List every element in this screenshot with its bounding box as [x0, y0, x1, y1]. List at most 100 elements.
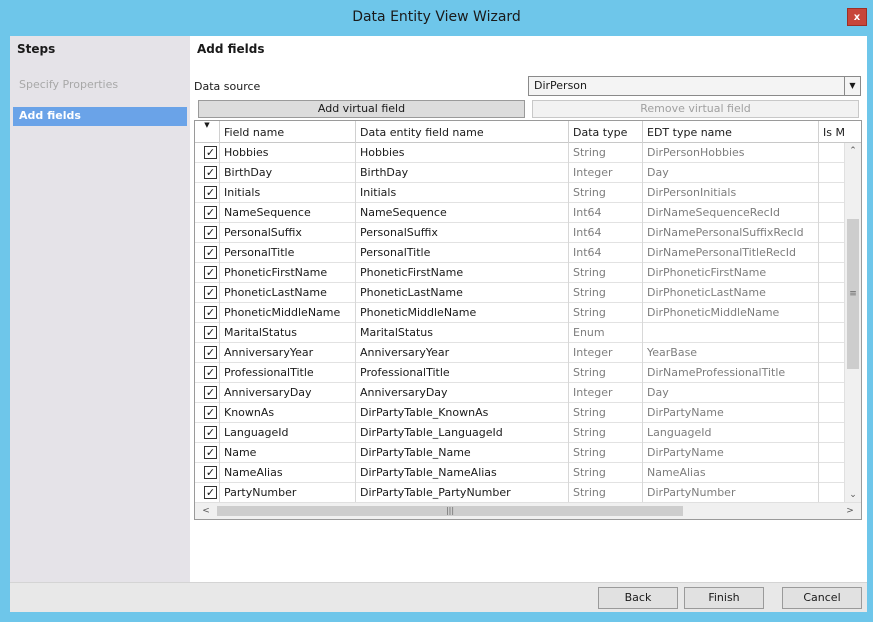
checkbox-checked-icon[interactable]: ✓ — [204, 486, 217, 499]
row-select-cell[interactable]: ✓ — [195, 383, 220, 403]
row-select-cell[interactable]: ✓ — [195, 203, 220, 223]
table-row[interactable]: ✓ PersonalSuffix PersonalSuffix Int64 DirNam… — [195, 223, 844, 243]
row-select-cell[interactable]: ✓ — [195, 443, 220, 463]
table-row[interactable]: ✓ NameSequence NameSequence Int64 DirNameSeq… — [195, 203, 844, 223]
table-row[interactable]: ✓ KnownAs DirPartyTable_KnownAs String DirPa… — [195, 403, 844, 423]
checkbox-checked-icon[interactable]: ✓ — [204, 466, 217, 479]
table-row[interactable]: ✓ BirthDay BirthDay Integer Day — [195, 163, 844, 183]
row-select-cell[interactable]: ✓ — [195, 243, 220, 263]
column-data-entity-field-name[interactable]: Data entity field name — [356, 121, 569, 143]
cell-data-entity-field-name[interactable]: Hobbies — [356, 143, 569, 163]
cell-field-name[interactable]: BirthDay — [220, 163, 356, 183]
cell-field-name[interactable]: Initials — [220, 183, 356, 203]
row-select-cell[interactable]: ✓ — [195, 343, 220, 363]
table-row[interactable]: ✓ AnniversaryDay AnniversaryDay Integer Day — [195, 383, 844, 403]
cell-data-entity-field-name[interactable]: DirPartyTable_LanguageId — [356, 423, 569, 443]
add-virtual-field-button[interactable]: Add virtual field — [198, 100, 525, 118]
cell-field-name[interactable]: PhoneticMiddleName — [220, 303, 356, 323]
table-row[interactable]: ✓ PersonalTitle PersonalTitle Int64 DirNameP… — [195, 243, 844, 263]
checkbox-checked-icon[interactable]: ✓ — [204, 406, 217, 419]
checkbox-checked-icon[interactable]: ✓ — [204, 286, 217, 299]
finish-button[interactable]: Finish — [684, 587, 764, 609]
scroll-right-icon[interactable]: > — [842, 503, 858, 519]
vertical-scroll-thumb[interactable]: ≡ — [847, 219, 859, 369]
table-row[interactable]: ✓ Name DirPartyTable_Name String DirPartyNam… — [195, 443, 844, 463]
checkbox-checked-icon[interactable]: ✓ — [204, 366, 217, 379]
cell-data-entity-field-name[interactable]: PersonalSuffix — [356, 223, 569, 243]
table-row[interactable]: ✓ Hobbies Hobbies String DirPersonHobbies — [195, 143, 844, 163]
checkbox-checked-icon[interactable]: ✓ — [204, 166, 217, 179]
checkbox-checked-icon[interactable]: ✓ — [204, 306, 217, 319]
row-select-cell[interactable]: ✓ — [195, 463, 220, 483]
row-select-cell[interactable]: ✓ — [195, 323, 220, 343]
cell-data-entity-field-name[interactable]: AnniversaryDay — [356, 383, 569, 403]
checkbox-checked-icon[interactable]: ✓ — [204, 346, 217, 359]
row-select-cell[interactable]: ✓ — [195, 423, 220, 443]
row-select-cell[interactable]: ✓ — [195, 223, 220, 243]
checkbox-checked-icon[interactable]: ✓ — [204, 226, 217, 239]
row-select-cell[interactable]: ✓ — [195, 483, 220, 503]
table-row[interactable]: ✓ MaritalStatus MaritalStatus Enum — [195, 323, 844, 343]
cell-data-entity-field-name[interactable]: NameSequence — [356, 203, 569, 223]
scroll-left-icon[interactable]: < — [198, 503, 214, 519]
checkbox-checked-icon[interactable]: ✓ — [204, 186, 217, 199]
cell-field-name[interactable]: PhoneticLastName — [220, 283, 356, 303]
cell-data-entity-field-name[interactable]: BirthDay — [356, 163, 569, 183]
row-select-cell[interactable]: ✓ — [195, 403, 220, 423]
checkbox-checked-icon[interactable]: ✓ — [204, 266, 217, 279]
table-row[interactable]: ✓ AnniversaryYear AnniversaryYear Integer Ye… — [195, 343, 844, 363]
table-row[interactable]: ✓ NameAlias DirPartyTable_NameAlias String N… — [195, 463, 844, 483]
cell-field-name[interactable]: LanguageId — [220, 423, 356, 443]
cell-data-entity-field-name[interactable]: DirPartyTable_Name — [356, 443, 569, 463]
column-data-type[interactable]: Data type — [569, 121, 643, 143]
cell-data-entity-field-name[interactable]: DirPartyTable_KnownAs — [356, 403, 569, 423]
row-select-cell[interactable]: ✓ — [195, 163, 220, 183]
column-edt-type-name[interactable]: EDT type name — [643, 121, 819, 143]
column-field-name[interactable]: Field name — [220, 121, 356, 143]
checkbox-checked-icon[interactable]: ✓ — [204, 246, 217, 259]
column-is-mandatory[interactable]: Is M — [819, 121, 861, 143]
checkbox-checked-icon[interactable]: ✓ — [204, 146, 217, 159]
dropdown-arrow-icon[interactable]: ▼ — [844, 77, 860, 95]
cell-field-name[interactable]: NameSequence — [220, 203, 356, 223]
cell-field-name[interactable]: PhoneticFirstName — [220, 263, 356, 283]
cell-field-name[interactable]: MaritalStatus — [220, 323, 356, 343]
cell-field-name[interactable]: Hobbies — [220, 143, 356, 163]
row-select-cell[interactable]: ✓ — [195, 363, 220, 383]
cell-field-name[interactable]: AnniversaryYear — [220, 343, 356, 363]
cell-data-entity-field-name[interactable]: PersonalTitle — [356, 243, 569, 263]
cell-data-entity-field-name[interactable]: PhoneticMiddleName — [356, 303, 569, 323]
checkbox-checked-icon[interactable]: ✓ — [204, 386, 217, 399]
cell-data-entity-field-name[interactable]: ProfessionalTitle — [356, 363, 569, 383]
table-row[interactable]: ✓ PartyNumber DirPartyTable_PartyNumber Str… — [195, 483, 844, 503]
horizontal-scroll-thumb[interactable]: ||| — [217, 506, 683, 516]
cell-field-name[interactable]: NameAlias — [220, 463, 356, 483]
table-row[interactable]: ✓ LanguageId DirPartyTable_LanguageId Strin… — [195, 423, 844, 443]
scroll-up-icon[interactable]: ⌃ — [845, 143, 861, 159]
row-select-cell[interactable]: ✓ — [195, 263, 220, 283]
table-row[interactable]: ✓ ProfessionalTitle ProfessionalTitle Strin… — [195, 363, 844, 383]
select-all-arrow-icon[interactable]: ▼ — [195, 121, 220, 143]
back-button[interactable]: Back — [598, 587, 678, 609]
close-button[interactable]: x — [847, 8, 867, 26]
checkbox-checked-icon[interactable]: ✓ — [204, 426, 217, 439]
row-select-cell[interactable]: ✓ — [195, 283, 220, 303]
checkbox-checked-icon[interactable]: ✓ — [204, 326, 217, 339]
table-row[interactable]: ✓ PhoneticMiddleName PhoneticMiddleName Str… — [195, 303, 844, 323]
cell-data-entity-field-name[interactable]: PhoneticLastName — [356, 283, 569, 303]
cell-data-entity-field-name[interactable]: Initials — [356, 183, 569, 203]
step-add-fields[interactable]: Add fields — [13, 107, 187, 126]
cell-data-entity-field-name[interactable]: DirPartyTable_NameAlias — [356, 463, 569, 483]
checkbox-checked-icon[interactable]: ✓ — [204, 206, 217, 219]
cell-field-name[interactable]: ProfessionalTitle — [220, 363, 356, 383]
table-row[interactable]: ✓ Initials Initials String DirPersonInitials — [195, 183, 844, 203]
cell-data-entity-field-name[interactable]: PhoneticFirstName — [356, 263, 569, 283]
vertical-scrollbar[interactable]: ⌃ ≡ ⌄ — [844, 143, 861, 503]
cell-field-name[interactable]: PartyNumber — [220, 483, 356, 503]
row-select-cell[interactable]: ✓ — [195, 143, 220, 163]
cell-field-name[interactable]: AnniversaryDay — [220, 383, 356, 403]
cell-field-name[interactable]: KnownAs — [220, 403, 356, 423]
data-source-select[interactable]: DirPerson ▼ — [528, 76, 861, 96]
row-select-cell[interactable]: ✓ — [195, 183, 220, 203]
row-select-cell[interactable]: ✓ — [195, 303, 220, 323]
